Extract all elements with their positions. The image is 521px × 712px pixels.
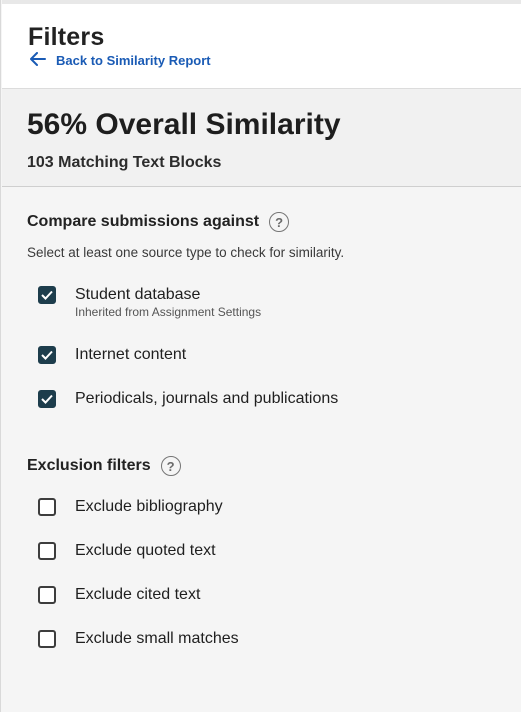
option-periodicals[interactable]: Periodicals, journals and publications xyxy=(38,389,338,409)
checkbox-student-database[interactable] xyxy=(38,286,56,304)
option-student-database[interactable]: Student database Inherited from Assignme… xyxy=(38,285,261,319)
checkmark-icon xyxy=(41,394,53,404)
question-circle-icon[interactable]: ? xyxy=(269,212,290,232)
matching-blocks-count: 103 Matching Text Blocks xyxy=(27,154,222,171)
filters-header: Filters Back to Similarity Report xyxy=(2,0,521,88)
checkbox-internet-content[interactable] xyxy=(38,346,56,364)
option-exclude-quoted-text[interactable]: Exclude quoted text xyxy=(38,541,216,561)
option-exclude-cited-text[interactable]: Exclude cited text xyxy=(38,585,200,605)
checkmark-icon xyxy=(41,350,53,360)
checkbox-exclude-bibliography[interactable] xyxy=(38,498,56,516)
checkmark-icon xyxy=(41,290,53,300)
overall-similarity: 56% Overall Similarity xyxy=(27,108,341,141)
compare-heading-label: Compare submissions against xyxy=(27,213,260,230)
checkbox-exclude-cited-text[interactable] xyxy=(38,586,56,604)
exclusion-heading: Exclusion filters ? xyxy=(27,456,181,476)
option-label: Internet content xyxy=(75,346,187,363)
option-internet-content[interactable]: Internet content xyxy=(38,345,186,365)
option-exclude-small-matches[interactable]: Exclude small matches xyxy=(38,629,239,649)
checkbox-exclude-quoted-text[interactable] xyxy=(38,542,56,560)
page-title: Filters xyxy=(28,23,105,51)
option-exclude-bibliography[interactable]: Exclude bibliography xyxy=(38,497,223,517)
exclusion-heading-label: Exclusion filters xyxy=(27,457,151,474)
checkbox-exclude-small-matches[interactable] xyxy=(38,630,56,648)
back-to-report-link[interactable]: Back to Similarity Report xyxy=(30,52,211,69)
compare-hint: Select at least one source type to check… xyxy=(27,245,345,260)
option-label: Exclude small matches xyxy=(75,630,239,647)
option-label: Exclude bibliography xyxy=(75,498,223,515)
option-label: Exclude quoted text xyxy=(75,542,216,559)
similarity-summary: 56% Overall Similarity 103 Matching Text… xyxy=(2,88,521,187)
back-link-label: Back to Similarity Report xyxy=(56,53,211,68)
option-label: Exclude cited text xyxy=(75,586,201,603)
question-circle-icon[interactable]: ? xyxy=(160,456,181,476)
option-label: Periodicals, journals and publications xyxy=(75,390,339,407)
filters-panel: Filters Back to Similarity Report 56% Ov… xyxy=(0,0,521,712)
option-label: Student database xyxy=(75,286,201,303)
option-note: Inherited from Assignment Settings xyxy=(75,305,262,319)
compare-heading: Compare submissions against ? xyxy=(27,212,290,232)
arrow-left-icon xyxy=(30,52,46,69)
checkbox-periodicals[interactable] xyxy=(38,390,56,408)
